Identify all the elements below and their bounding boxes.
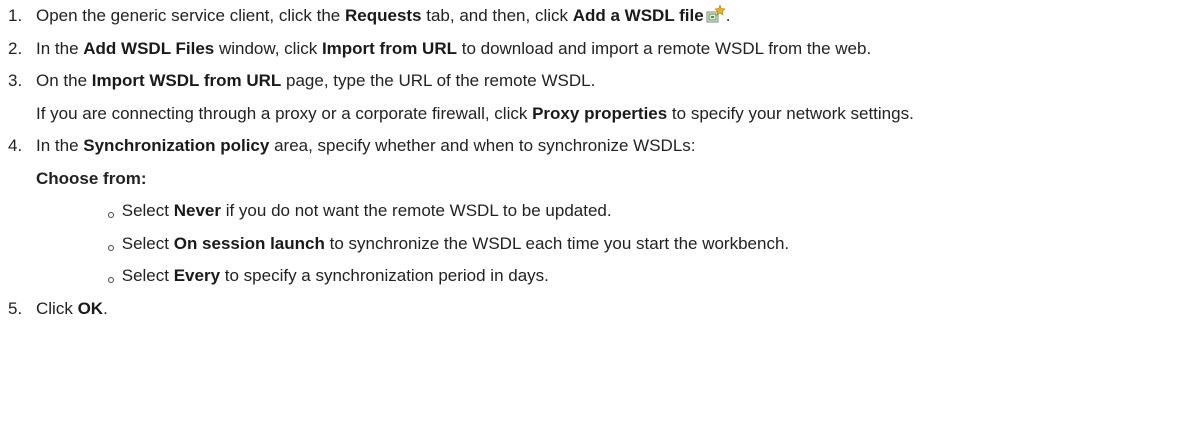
add-wsdl-file-icon	[706, 5, 726, 23]
every-option-ref: Every	[173, 266, 221, 285]
step-number: 2.	[8, 38, 23, 58]
list-item: Select On session launch to synchronize …	[108, 233, 790, 253]
step-main-line: On the Import WSDL from URL page, type t…	[36, 71, 596, 90]
import-wsdl-from-url-ref: Import WSDL from URL	[91, 71, 282, 90]
step-text: Click OK.	[36, 298, 108, 318]
procedure-steps: 1. Open the generic service client, clic…	[0, 0, 1196, 325]
list-item: Select Every to specify a synchronizatio…	[108, 266, 549, 285]
import-from-url-ref: Import from URL	[321, 38, 457, 58]
proxy-properties-ref: Proxy properties	[532, 103, 668, 123]
never-option-ref: Never	[173, 201, 221, 220]
requests-tab-ref: Requests	[344, 6, 422, 25]
step-text: In the Add WSDL Files window, click Impo…	[36, 38, 872, 58]
step-text: On the Import WSDL from URL page, type t…	[36, 65, 1166, 130]
step-number: 4.	[8, 136, 23, 155]
add-wsdl-file-ref: Add a WSDL file	[572, 6, 704, 25]
list-item: Select Never if you do not want the remo…	[108, 201, 612, 220]
step-1: 1. Open the generic service client, clic…	[8, 0, 1196, 33]
ok-ref: OK	[77, 298, 104, 318]
synchronization-policy-ref: Synchronization policy	[83, 136, 270, 155]
step-number: 1.	[8, 6, 23, 25]
step-number: 3.	[8, 71, 23, 90]
step-text: Open the generic service client, click t…	[36, 5, 731, 25]
step-main-line: In the Synchronization policy area, spec…	[36, 136, 696, 155]
sync-options-list: Select Never if you do not want the remo…	[36, 195, 1166, 293]
step-5: 5. Click OK.	[8, 293, 1196, 326]
add-wsdl-files-window-ref: Add WSDL Files	[83, 38, 215, 58]
step-4: 4. In the Synchronization policy area, s…	[8, 130, 1196, 293]
on-session-launch-option-ref: On session launch	[173, 233, 325, 253]
step-text: In the Synchronization policy area, spec…	[36, 130, 1166, 293]
step-number: 5.	[8, 298, 23, 318]
step-note: If you are connecting through a proxy or…	[36, 103, 914, 123]
step-3: 3. On the Import WSDL from URL page, typ…	[8, 65, 1196, 130]
step-2: 2. In the Add WSDL Files window, click I…	[8, 33, 1196, 66]
choose-from-label: Choose from:	[36, 168, 147, 188]
